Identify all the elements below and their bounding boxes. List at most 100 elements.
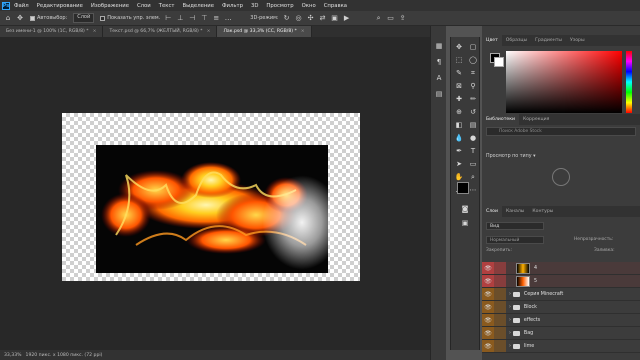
dodge-tool-icon[interactable]: ● — [467, 132, 479, 144]
library-search-input[interactable]: Поиск Adobe Stock — [486, 127, 636, 136]
library-view-label[interactable]: Просмотр по типу ▾ — [486, 154, 536, 159]
quick-select-icon[interactable]: ✎ — [453, 67, 465, 79]
color-field[interactable] — [506, 51, 622, 113]
layer-name[interactable]: effects — [524, 318, 540, 323]
menu-item[interactable]: Редактирование — [37, 3, 83, 9]
visibility-eye-icon[interactable]: 👁 — [482, 262, 494, 274]
eraser-icon[interactable]: ◧ — [453, 119, 465, 131]
move-tool-icon[interactable]: ✥ — [16, 14, 24, 22]
quick-mask-icon[interactable]: ◙ — [459, 203, 471, 215]
tab-adjustments[interactable]: Коррекция — [519, 114, 553, 125]
tab-color[interactable]: Цвет — [482, 35, 502, 46]
rotate-3d-icon[interactable]: ↻ — [283, 14, 291, 22]
share-icon[interactable]: ⇪ — [399, 14, 407, 22]
zoom-value[interactable]: 33,33% — [4, 353, 22, 358]
search-icon[interactable]: ⌕ — [375, 14, 383, 22]
layer-row[interactable]: 👁 5 — [482, 275, 640, 288]
chevron-right-icon[interactable]: › — [509, 292, 511, 297]
lasso-tool-icon[interactable]: ◯ — [467, 54, 479, 66]
align-right-icon[interactable]: ⊣ — [188, 14, 196, 22]
gradient-icon[interactable]: ▤ — [467, 119, 479, 131]
chevron-right-icon[interactable]: › — [509, 331, 511, 336]
tab-untitled[interactable]: Без имени-1 @ 100% (1С, RGB/8) * × — [0, 26, 104, 37]
properties-icon[interactable]: ▤ — [433, 88, 445, 100]
close-icon[interactable]: × — [93, 29, 97, 34]
layer-name[interactable]: 4 — [534, 266, 537, 271]
tab-layers[interactable]: Слои — [482, 206, 502, 217]
foreground-color-swatch[interactable] — [457, 182, 469, 194]
visibility-eye-icon[interactable]: 👁 — [482, 327, 494, 339]
visibility-eye-icon[interactable]: 👁 — [482, 340, 494, 352]
layer-row[interactable]: 👁 › Block — [482, 301, 640, 314]
crop-tool-icon[interactable]: ⌗ — [467, 67, 479, 79]
layer-name[interactable]: lime — [524, 344, 534, 349]
home-icon[interactable]: ⌂ — [4, 14, 12, 22]
menu-item[interactable]: Текст — [159, 3, 175, 9]
layer-row[interactable]: 👁 › Bag — [482, 327, 640, 340]
show-controls-option[interactable]: Показать упр. элем. — [100, 15, 160, 21]
tab-swatches[interactable]: Образцы — [502, 35, 531, 46]
menu-item[interactable]: Файл — [14, 3, 29, 9]
visibility-eye-icon[interactable]: 👁 — [482, 288, 494, 300]
menu-item[interactable]: Окно — [302, 3, 316, 9]
layer-name[interactable]: Серия Minecraft — [524, 292, 563, 297]
menu-item[interactable]: 3D — [251, 3, 258, 9]
tab-channels[interactable]: Каналы — [502, 206, 528, 217]
layer-name[interactable]: Bag — [524, 331, 533, 336]
visibility-eye-icon[interactable]: 👁 — [482, 301, 494, 313]
healing-brush-icon[interactable]: ✚ — [453, 93, 465, 105]
align-top-icon[interactable]: ⊤ — [200, 14, 208, 22]
pan-3d-icon[interactable]: ✣ — [307, 14, 315, 22]
align-center-icon[interactable]: ⊥ — [176, 14, 184, 22]
tab-lak[interactable]: Лак.psd @ 33,3% (СС, RGB/8) * × — [217, 26, 312, 37]
chevron-right-icon[interactable]: › — [509, 344, 511, 349]
move-tool-icon[interactable]: ✥ — [453, 41, 465, 53]
layer-row[interactable]: 👁 › Серия Minecraft — [482, 288, 640, 301]
photoshop-logo[interactable]: Ps — [2, 1, 10, 10]
video-icon[interactable]: ▶ — [343, 14, 351, 22]
close-icon[interactable]: × — [301, 29, 305, 34]
scale-3d-icon[interactable]: ▣ — [331, 14, 339, 22]
layer-row[interactable]: 👁 4 — [482, 262, 640, 275]
slide-3d-icon[interactable]: ⇄ — [319, 14, 327, 22]
chevron-right-icon[interactable]: › — [509, 318, 511, 323]
tab-gradients[interactable]: Градиенты — [531, 35, 566, 46]
type-tool-icon[interactable]: T — [467, 145, 479, 157]
close-icon[interactable]: × — [207, 29, 211, 34]
artboard-tool-icon[interactable]: ▢ — [467, 41, 479, 53]
more-options-icon[interactable]: … — [224, 14, 232, 22]
autoselect-option[interactable]: Автовыбор: — [30, 15, 67, 21]
menu-item[interactable]: Справка — [324, 3, 347, 9]
marquee-tool-icon[interactable]: ⬚ — [453, 54, 465, 66]
paragraph-icon[interactable]: ¶ — [433, 56, 445, 68]
blur-tool-icon[interactable]: 💧 — [453, 132, 465, 144]
show-controls-checkbox[interactable] — [100, 15, 106, 21]
shape-tool-icon[interactable]: ▭ — [467, 158, 479, 170]
menu-item[interactable]: Слои — [137, 3, 151, 9]
screen-mode-icon[interactable]: ▣ — [459, 217, 471, 229]
orbit-3d-icon[interactable]: ◎ — [295, 14, 303, 22]
path-select-icon[interactable]: ➤ — [453, 158, 465, 170]
character-icon[interactable]: A — [433, 72, 445, 84]
layer-name[interactable]: 5 — [534, 279, 537, 284]
autoselect-checkbox[interactable] — [30, 15, 35, 21]
frame-tool-icon[interactable]: ⊠ — [453, 80, 465, 92]
hue-slider[interactable] — [626, 51, 632, 113]
menu-item[interactable]: Фильтр — [222, 3, 243, 9]
align-left-icon[interactable]: ⊢ — [164, 14, 172, 22]
stamp-tool-icon[interactable]: ⊕ — [453, 106, 465, 118]
distribute-icon[interactable]: ≡ — [212, 14, 220, 22]
tab-text[interactable]: Текст.psd @ 66,7% (ЖЕЛТЫЙ, RGB/8) * × — [103, 26, 218, 37]
menu-item[interactable]: Просмотр — [266, 3, 293, 9]
tab-patterns[interactable]: Узоры — [566, 35, 589, 46]
layer-name[interactable]: Block — [524, 305, 537, 310]
visibility-eye-icon[interactable]: 👁 — [482, 314, 494, 326]
tab-libraries[interactable]: Библиотеки — [482, 114, 519, 125]
eyedropper-icon[interactable]: ⚲ — [467, 80, 479, 92]
menu-item[interactable]: Изображение — [91, 3, 129, 9]
menu-item[interactable]: Выделение — [182, 3, 214, 9]
workspace-icon[interactable]: ▭ — [387, 14, 395, 22]
history-icon[interactable]: ▦ — [433, 40, 445, 52]
autoselect-select[interactable]: Слой — [73, 13, 95, 23]
layer-row[interactable]: 👁 › lime — [482, 340, 640, 353]
